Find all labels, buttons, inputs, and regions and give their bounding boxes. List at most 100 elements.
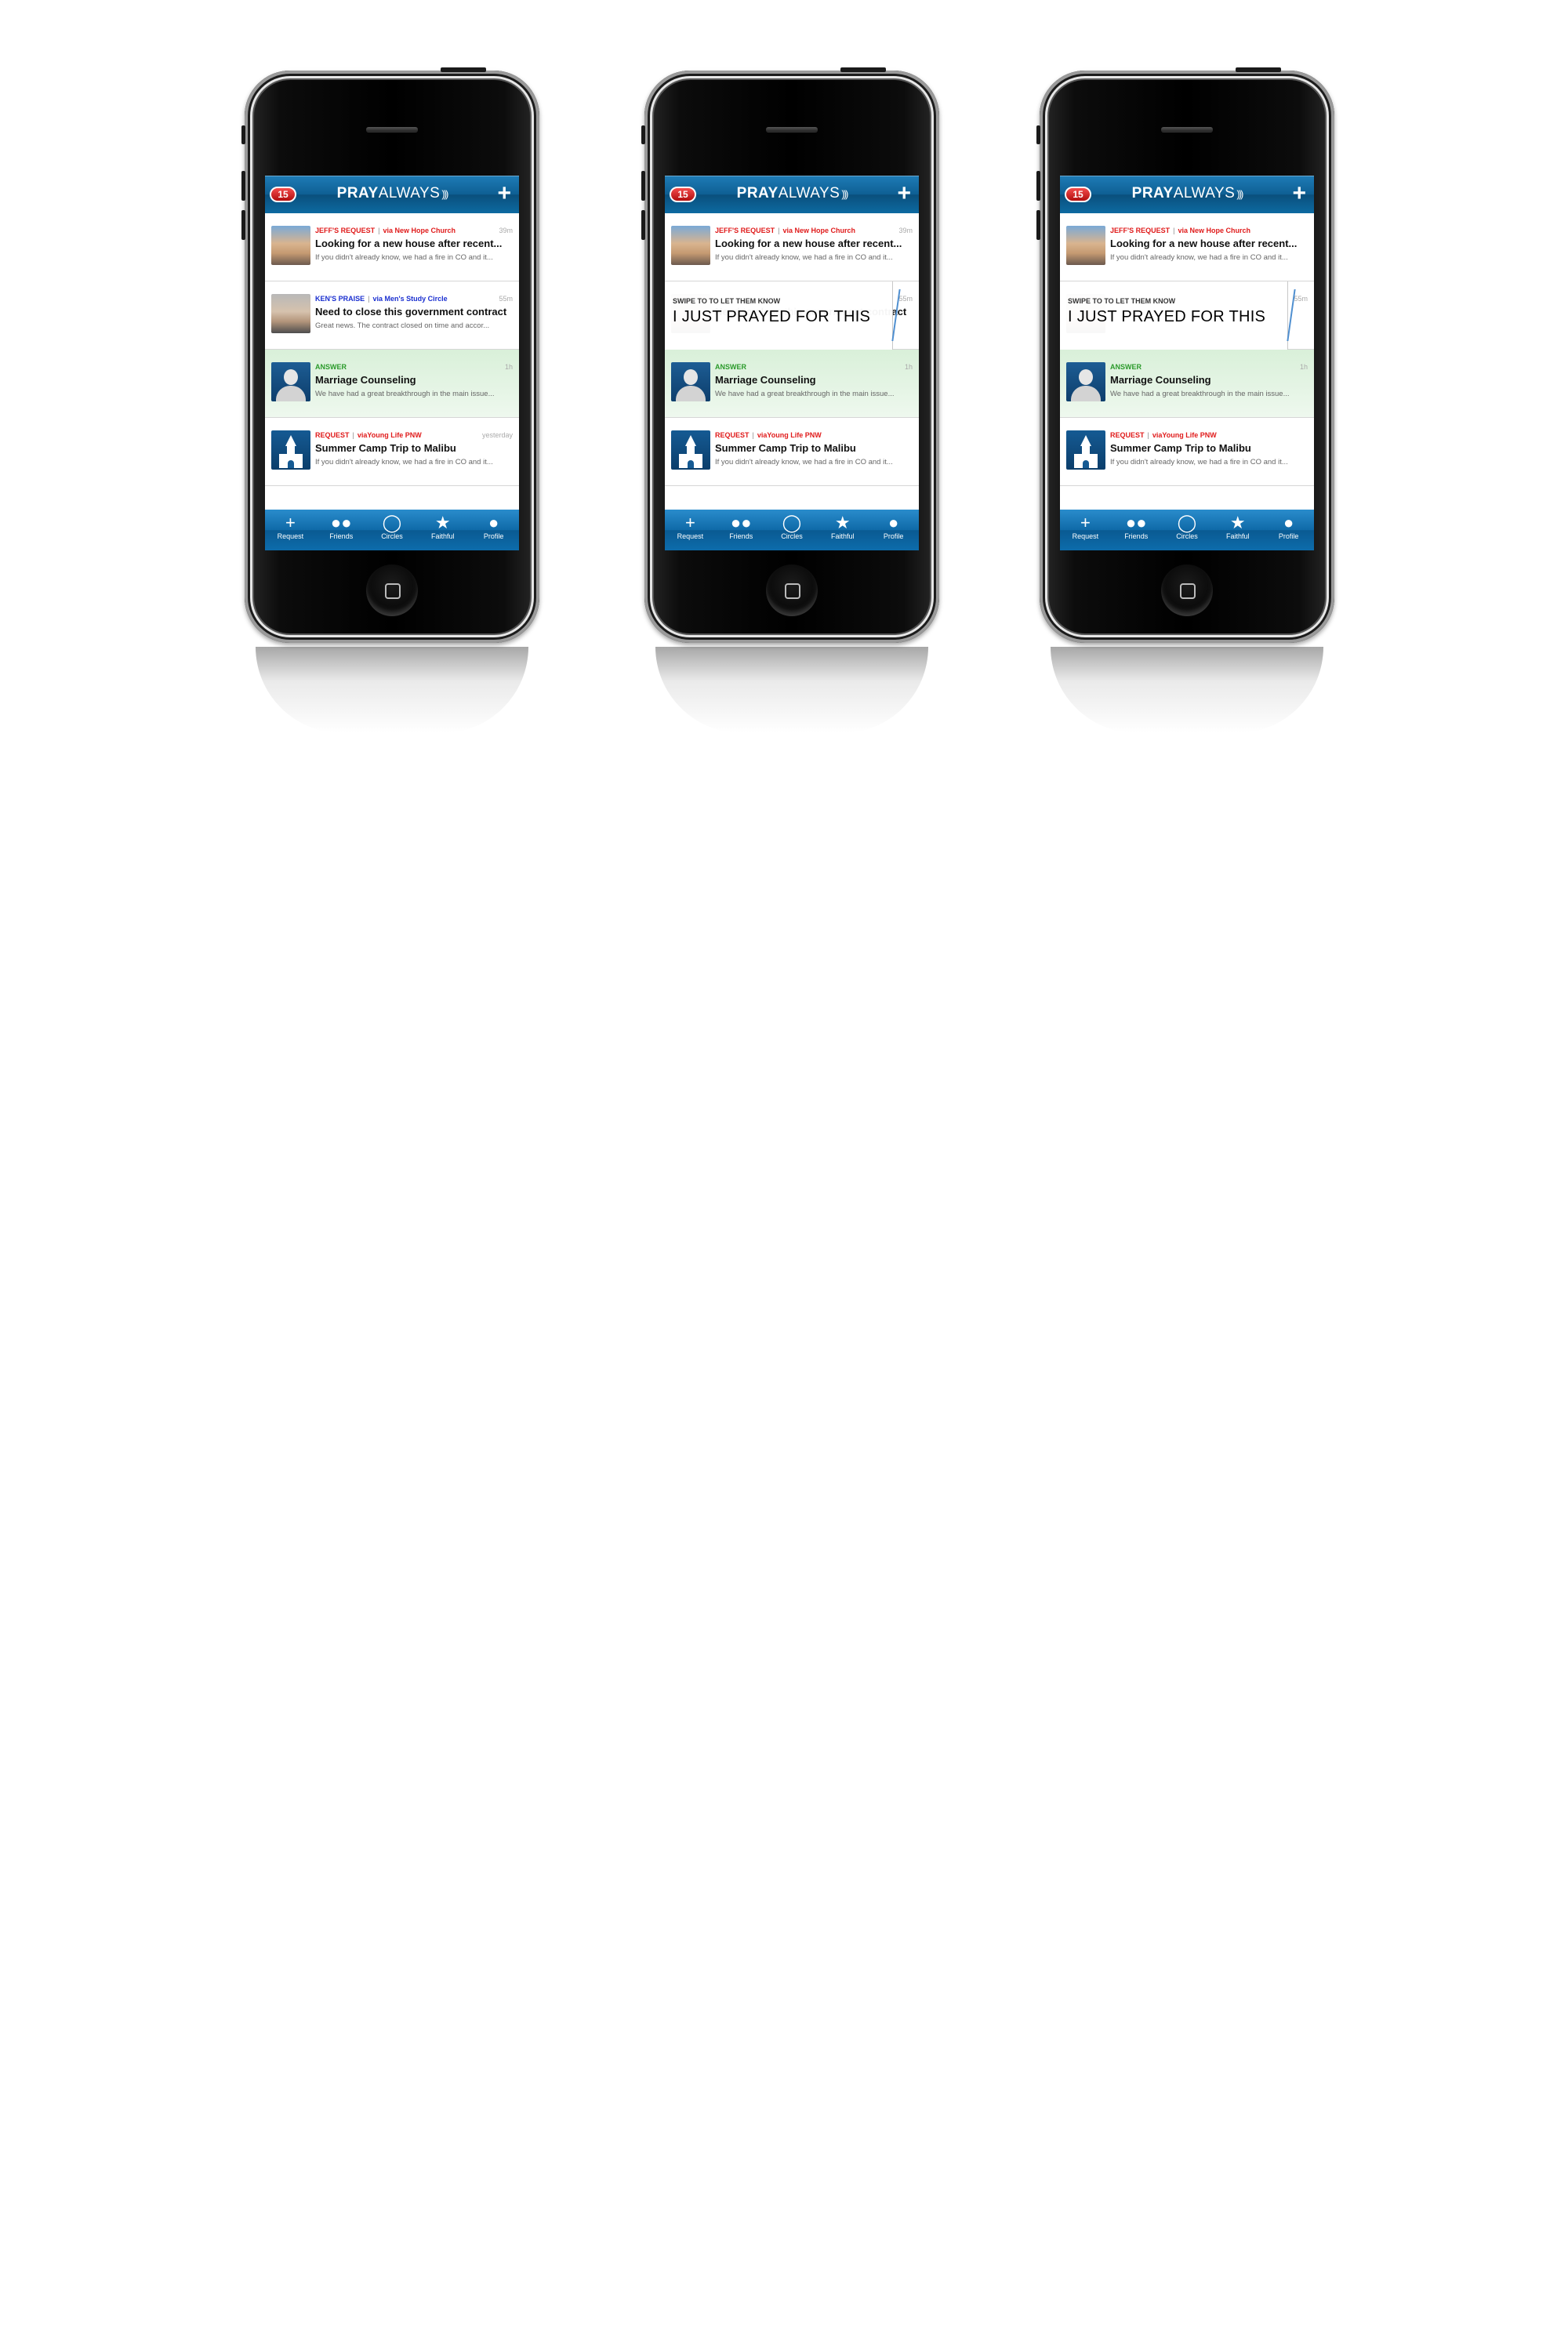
list-item[interactable]: REQUEST | viaYoung Life PNW yesterday Summ… — [265, 418, 519, 486]
logo-light-text: ALWAYS — [1173, 185, 1236, 201]
tab-label: Profile — [883, 532, 904, 540]
circles-icon: ◯ — [382, 513, 402, 532]
tab-profile[interactable]: ● Profile — [868, 510, 919, 550]
item-snippet: If you didn't already know, we had a fir… — [1110, 253, 1288, 262]
item-snippet: We have had a great breakthrough in the … — [1110, 390, 1290, 398]
item-time: 55m — [898, 295, 913, 303]
tab-faithful[interactable]: ★ Faithful — [417, 510, 468, 550]
tab-circles[interactable]: ◯ Circles — [767, 510, 818, 550]
friends-icon: ●● — [1125, 513, 1147, 532]
add-request-button[interactable]: + — [497, 180, 511, 207]
tab-label: Faithful — [1226, 532, 1250, 540]
church-avatar — [671, 430, 710, 470]
item-kind: REQUEST — [1110, 431, 1145, 439]
volume-button — [1036, 125, 1040, 144]
tab-label: Friends — [1124, 532, 1149, 540]
tab-bar: + Request ●● Friends ◯ Circles ★ Faithful ● P… — [665, 510, 919, 550]
plus-icon: + — [285, 513, 296, 532]
list-item[interactable]: REQUEST | viaYoung Life PNW Summer Camp Tr… — [1060, 418, 1314, 486]
plus-icon: + — [1080, 513, 1091, 532]
list-item[interactable]: ANSWER 1h Marriage Counseling We have ha… — [665, 350, 919, 418]
list-item[interactable]: JEFF'S REQUEST | via New Hope Church Looki… — [1060, 213, 1314, 281]
tab-label: Friends — [329, 532, 354, 540]
signal-waves-icon: ))) — [441, 188, 448, 200]
silhouette-avatar — [271, 362, 310, 401]
item-title: Looking for a new house after recent... — [1110, 238, 1298, 249]
list-item[interactable]: ANSWER 1h Marriage Counseling We have ha… — [265, 350, 519, 418]
meta-separator: | — [352, 431, 354, 439]
item-kind: REQUEST — [315, 431, 350, 439]
item-via: viaYoung Life PNW — [1152, 431, 1217, 439]
prayer-feed: JEFF'S REQUEST | via New Hope Church 39m L… — [265, 213, 519, 486]
photo-avatar — [1066, 226, 1105, 265]
tab-circles[interactable]: ◯ Circles — [367, 510, 418, 550]
tab-friends[interactable]: ●● Friends — [716, 510, 767, 550]
list-item[interactable]: KEN'S PRAISE | via Men's Study Circle 55m … — [265, 281, 519, 350]
app-logo: PRAYALWAYS))) — [665, 185, 919, 202]
list-item[interactable]: JEFF'S REQUEST | via New Hope Church 39m L… — [265, 213, 519, 281]
item-title: Summer Camp Trip to Malibu — [715, 442, 856, 454]
add-request-button[interactable]: + — [897, 180, 911, 207]
home-button[interactable] — [766, 564, 818, 616]
tab-label: Circles — [381, 532, 403, 540]
tab-request[interactable]: + Request — [1060, 510, 1111, 550]
tab-request[interactable]: + Request — [665, 510, 716, 550]
item-meta: ANSWER — [715, 363, 746, 371]
church-avatar — [1066, 430, 1105, 470]
tab-faithful[interactable]: ★ Faithful — [1212, 510, 1263, 550]
item-title: Need to close this government contract — [315, 306, 507, 318]
profile-icon: ● — [1283, 513, 1294, 532]
volume-button — [241, 125, 245, 144]
volume-button — [641, 171, 645, 201]
item-title: Marriage Counseling — [315, 374, 416, 386]
phone-mockup-2: 15 PRAYALWAYS))) + JEFF'S REQUEST | via Ne… — [641, 67, 958, 737]
tab-friends[interactable]: ●● Friends — [316, 510, 367, 550]
circles-icon: ◯ — [782, 513, 802, 532]
list-item[interactable]: REQUEST | viaYoung Life PNW Summer Camp Tr… — [665, 418, 919, 486]
item-kind: JEFF'S REQUEST — [315, 227, 376, 234]
plus-icon: + — [684, 513, 695, 532]
item-snippet: Great news. The contract closed on time … — [315, 321, 490, 330]
meta-separator: | — [378, 227, 380, 234]
profile-icon: ● — [887, 513, 899, 532]
item-time: yesterday — [481, 431, 513, 439]
volume-button — [1036, 210, 1040, 240]
meta-separator: | — [778, 227, 780, 234]
item-via: via New Hope Church — [782, 227, 856, 234]
item-meta: JEFF'S REQUEST | via New Hope Church — [715, 227, 855, 234]
home-button[interactable] — [366, 564, 418, 616]
item-meta: REQUEST | viaYoung Life PNW — [715, 431, 822, 439]
tab-friends[interactable]: ●● Friends — [1111, 510, 1162, 550]
swipe-arrow-icon[interactable] — [1277, 289, 1296, 341]
item-via: via New Hope Church — [1178, 227, 1251, 234]
tab-profile[interactable]: ● Profile — [1263, 510, 1314, 550]
phone-body: 15 PRAYALWAYS))) + JEFF'S REQUEST | via Ne… — [641, 67, 939, 643]
power-button — [840, 67, 886, 72]
power-button — [1236, 67, 1281, 72]
home-button[interactable] — [1161, 564, 1213, 616]
logo-light-text: ALWAYS — [778, 185, 840, 201]
add-request-button[interactable]: + — [1292, 180, 1306, 207]
swipe-overlay[interactable]: SWIPE TO TO LET THEM KNOW I JUST PRAYED … — [665, 281, 901, 350]
phone-mockup-1: 15 PRAYALWAYS))) + JEFF'S REQUEST | via Ne… — [241, 67, 558, 737]
friends-icon: ●● — [330, 513, 352, 532]
swipe-overlay[interactable]: SWIPE TO TO LET THEM KNOW I JUST PRAYED … — [1060, 281, 1296, 350]
item-meta: KEN'S PRAISE | via Men's Study Circle — [315, 295, 448, 303]
tab-circles[interactable]: ◯ Circles — [1162, 510, 1213, 550]
item-kind: REQUEST — [715, 431, 750, 439]
church-avatar — [271, 430, 310, 470]
list-item[interactable]: JEFF'S REQUEST | via New Hope Church 39m L… — [665, 213, 919, 281]
item-snippet: If you didn't already know, we had a fir… — [315, 458, 493, 466]
list-item[interactable]: 55m Need to close this government contra… — [665, 281, 919, 350]
tab-faithful[interactable]: ★ Faithful — [817, 510, 868, 550]
photo-avatar — [671, 226, 710, 265]
item-title: Summer Camp Trip to Malibu — [1110, 442, 1251, 454]
volume-button — [641, 125, 645, 144]
list-item[interactable]: 55m SWIPE TO TO LET THEM KNOW I JUST PRA… — [1060, 281, 1314, 350]
item-meta: JEFF'S REQUEST | via New Hope Church — [1110, 227, 1250, 234]
item-kind: ANSWER — [315, 363, 347, 371]
list-item[interactable]: ANSWER 1h Marriage Counseling We have ha… — [1060, 350, 1314, 418]
tab-request[interactable]: + Request — [265, 510, 316, 550]
tab-profile[interactable]: ● Profile — [468, 510, 519, 550]
tab-label: Profile — [483, 532, 504, 540]
